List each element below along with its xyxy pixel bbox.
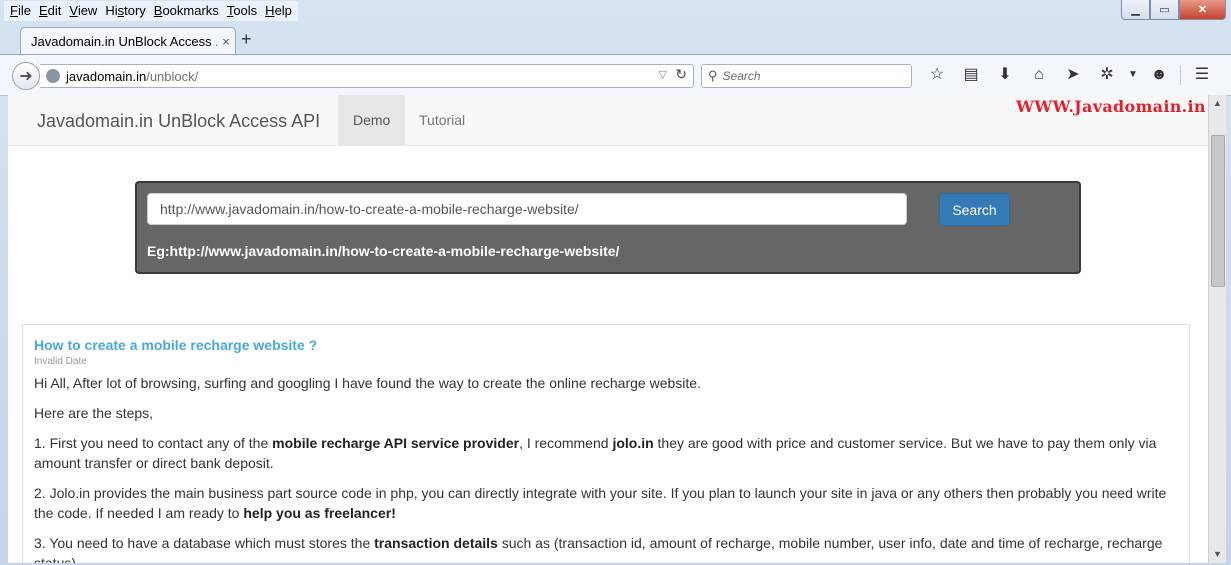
search-box[interactable]: ⚲ Search <box>701 64 912 88</box>
browser-tab[interactable]: Javadomain.in UnBlock Access ... × <box>20 27 236 55</box>
example-text: Eg:http://www.javadomain.in/how-to-creat… <box>147 243 620 259</box>
maximize-icon: ▭ <box>1159 4 1170 16</box>
tab-close-icon[interactable]: × <box>217 34 235 49</box>
extension-icon[interactable]: ✲ <box>1090 65 1124 85</box>
maximize-button[interactable]: ▭ <box>1150 0 1179 20</box>
article-paragraph-2: Here are the steps, <box>34 405 154 421</box>
article-paragraph-1: Hi All, After lot of browsing, surfing a… <box>34 375 701 391</box>
download-icon[interactable]: ⬇ <box>988 65 1022 85</box>
url-path: /unblock/ <box>146 68 199 84</box>
scroll-up-icon[interactable]: ▲ <box>1209 95 1226 112</box>
search-placeholder: Search <box>722 69 761 83</box>
scroll-down-icon[interactable]: ▼ <box>1209 546 1226 563</box>
browser-window: File Edit View History Bookmarks Tools H… <box>0 0 1231 565</box>
menu-tools[interactable]: Tools <box>223 1 261 21</box>
url-host: javadomain.in <box>66 68 147 84</box>
article-title[interactable]: How to create a mobile recharge website … <box>34 335 1178 355</box>
navigation-toolbar: ➜ javadomain.in/unblock/ ▽ ↻ ⚲ Search ☆ … <box>0 54 1231 96</box>
article-date: Invalid Date <box>34 356 87 367</box>
menu-help[interactable]: Help <box>261 1 296 21</box>
reading-list-icon[interactable]: ▤ <box>954 65 988 85</box>
tab-title: Javadomain.in UnBlock Access ... <box>31 34 217 49</box>
menu-view[interactable]: View <box>65 1 101 21</box>
search-icon: ⚲ <box>708 68 718 83</box>
back-arrow-icon: ➜ <box>19 68 33 85</box>
article-paragraph-5: 3. You need to have a database which mus… <box>34 535 1163 563</box>
window-controls: ▁ ▭ ✕ <box>1121 0 1226 20</box>
chat-icon[interactable]: ☻ <box>1142 65 1176 85</box>
history-dropdown-icon[interactable]: ▽ <box>659 68 667 81</box>
close-window-button[interactable]: ✕ <box>1179 0 1226 20</box>
send-icon[interactable]: ➤ <box>1056 65 1090 85</box>
menu-edit[interactable]: Edit <box>35 1 65 21</box>
url-input[interactable] <box>147 193 907 225</box>
nav-tutorial[interactable]: Tutorial <box>404 95 480 145</box>
globe-icon <box>46 69 60 83</box>
address-bar[interactable]: javadomain.in/unblock/ ▽ ↻ <box>40 64 694 88</box>
menu-history[interactable]: History <box>101 1 149 21</box>
scroll-thumb[interactable] <box>1211 135 1225 287</box>
menu-bookmarks[interactable]: Bookmarks <box>150 1 223 21</box>
home-icon[interactable]: ⌂ <box>1022 65 1056 85</box>
bookmark-star-icon[interactable]: ☆ <box>920 65 954 85</box>
unblock-search-panel: Search Eg:http://www.javadomain.in/how-t… <box>135 181 1081 274</box>
menu-icon[interactable]: ☰ <box>1185 65 1219 85</box>
search-button[interactable]: Search <box>939 193 1010 226</box>
watermark-logo: WWW.Javadomain.in <box>1016 97 1206 116</box>
menu-file[interactable]: File <box>6 1 35 21</box>
reload-icon[interactable]: ↻ <box>675 66 687 83</box>
toolbar-separator <box>1180 65 1181 85</box>
nav-demo[interactable]: Demo <box>338 95 406 145</box>
toolbar-icons: ☆ ▤ ⬇ ⌂ ➤ ✲ ▼ ☻ ☰ <box>920 65 1219 85</box>
article-paragraph-3: 1. First you need to contact any of the … <box>34 435 1157 471</box>
article-paragraph-4: 2. Jolo.in provides the main business pa… <box>34 485 1167 521</box>
site-brand[interactable]: Javadomain.in UnBlock Access API <box>37 111 320 132</box>
vertical-scrollbar[interactable]: ▲ ▼ <box>1208 95 1226 563</box>
article-card: How to create a mobile recharge website … <box>22 324 1190 563</box>
minimize-icon: ▁ <box>1131 4 1140 16</box>
page-viewport: Javadomain.in UnBlock Access API Demo Tu… <box>8 95 1208 563</box>
minimize-button[interactable]: ▁ <box>1121 0 1150 20</box>
dropdown-icon[interactable]: ▼ <box>1124 65 1142 85</box>
site-navbar: Javadomain.in UnBlock Access API Demo Tu… <box>8 95 1208 146</box>
menu-bar: File Edit View History Bookmarks Tools H… <box>4 1 298 21</box>
close-icon: ✕ <box>1197 4 1208 16</box>
back-button[interactable]: ➜ <box>12 62 40 90</box>
new-tab-button[interactable]: + <box>241 29 252 50</box>
